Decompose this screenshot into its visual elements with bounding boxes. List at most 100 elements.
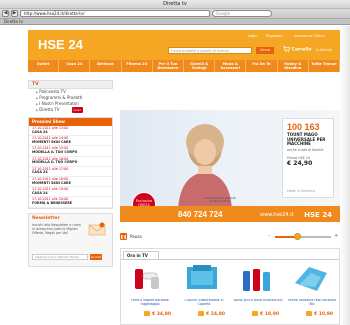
list-item[interactable]: 17.10.2011 alle 17:00 CASA 24	[29, 167, 112, 177]
show-name: CASA 24	[32, 129, 48, 134]
product-price: € 18,90	[233, 311, 283, 317]
pause-button[interactable]: ❚❚	[120, 233, 127, 240]
list-item[interactable]: 17.10.2011 alle 18:00 MOMENTI SKIN CARE	[29, 177, 112, 188]
volume-down-icon[interactable]: –	[268, 233, 271, 240]
live-badge: Live!	[71, 107, 83, 113]
show-name: CASA 24	[32, 190, 48, 195]
show-name: MOMENTI SKIN CARE	[32, 139, 71, 144]
sidebar-item-label: I Nostri Presentatori	[39, 101, 80, 106]
show-name: MODELLA IL TUO CORPO	[32, 149, 78, 154]
nav-item-benessere[interactable]: Per il Tuo Benessere	[153, 60, 185, 72]
product-card[interactable]: Cuscino Trasformabile in Coperta € 24,90	[179, 263, 229, 323]
browser-tab[interactable]: Diretta tv	[0, 19, 350, 25]
nav-item-tutte[interactable]: Tutte Tranne	[309, 60, 341, 72]
site-search-button[interactable]: Cerca	[256, 47, 274, 54]
volume-slider[interactable]	[275, 233, 331, 240]
list-item[interactable]: 17.10.2011 alle 19:00 CASA 24	[29, 187, 112, 198]
sidebar-heading-tv: TV	[28, 80, 113, 89]
nav-item-hobby[interactable]: Hobby & Giardino	[278, 60, 309, 72]
nav-item-fitness[interactable]: Fitness 24	[122, 60, 153, 72]
cart-label: Carrello	[291, 47, 312, 53]
newsletter-subscribe-button[interactable]: Iscriviti	[90, 253, 102, 260]
product-price: € 24,90	[179, 311, 229, 317]
offer-code: 100 163	[287, 122, 320, 132]
browser-search-field[interactable]: Google	[212, 10, 272, 17]
site-search-input[interactable]: Cerca prodotti o parola di ricerca	[168, 47, 252, 54]
product-price-value: € 18,90	[260, 312, 279, 317]
show-name: MODELLA IL TUO CORPO	[32, 160, 78, 165]
upcoming-shows-title: Prossimi Show	[29, 118, 112, 126]
newsletter-email-input[interactable]: Inserisci il tuo indirizzo Email	[32, 253, 88, 260]
list-item[interactable]: 17.10.2011 alle 14:00 MOMENTI SKIN CARE	[29, 136, 112, 147]
sidebar: TV ▶ Palinsesto TV ▶ Programmi & Prodott…	[28, 80, 113, 325]
newsletter-box: Newsletter Iscriviti alla Newsletter e r…	[28, 212, 113, 267]
volume-slider-knob[interactable]	[294, 233, 302, 240]
forward-button[interactable]: ▶	[11, 10, 18, 17]
cart-icon[interactable]	[198, 311, 205, 316]
envelope-icon	[88, 222, 106, 235]
site-header: HSE 24 Login Registrati Assistenza Clien…	[28, 30, 340, 60]
cart-icon[interactable]	[306, 311, 313, 316]
main-nav: Outlet Casa 24 Bellezza Fitness 24 Per i…	[28, 60, 341, 72]
product-name: Ferro a vapore portatile ragghiaggio	[131, 299, 169, 306]
list-item[interactable]: 17.10.2011 alle 15:00 MODELLA IL TUO CORP…	[29, 146, 112, 157]
product-name: Spray grill e forno Miracolo Blu	[233, 299, 283, 302]
browser-toolbar: ◀ ▶ http://www.hse24.it/diretta-tv/ Goog…	[0, 9, 350, 19]
list-item[interactable]: 17.10.2011 alle 20:00 FORMA & BENESSERE	[29, 197, 112, 208]
offer-price: € 24,90	[287, 159, 313, 167]
cart-icon	[283, 46, 291, 52]
site-logo[interactable]: HSE 24	[38, 37, 83, 52]
web-page: HSE 24 Login Registrati Assistenza Clien…	[0, 26, 350, 325]
product-card[interactable]: Panno lucidante resti Miracolo Blu € 10,…	[287, 263, 337, 323]
nav-item-gioielli[interactable]: Gioielli & Orologi	[184, 60, 216, 72]
product-name: Cuscino Trasformabile in Coperta	[184, 299, 224, 306]
current-offer-card[interactable]: 100 163 TOUNT MAGO UNIVERSALE PER MACCHI…	[282, 118, 334, 198]
product-price-value: € 24,90	[206, 312, 225, 317]
product-price: € 34,90	[125, 311, 175, 317]
cart-count: 0 Articoli	[316, 48, 332, 52]
offer-tag: Made in Germany	[287, 189, 316, 193]
upcoming-shows: Prossimi Show 17.10.2011 alle 13:00 CASA …	[28, 117, 113, 209]
hero-logo: HSE 24	[304, 211, 332, 219]
product-list: Ferro a vapore portatile ragghiaggio € 3…	[125, 263, 337, 323]
register-link[interactable]: Registrati	[266, 34, 283, 38]
support-link[interactable]: Assistenza Clienti	[294, 34, 325, 38]
cloth-image	[295, 267, 327, 291]
product-card[interactable]: Spray grill e forno Miracolo Blu € 18,90	[233, 263, 283, 323]
list-item[interactable]: 17.10.2011 alle 13:00 CASA 24	[29, 126, 112, 137]
login-link[interactable]: Login	[248, 34, 257, 38]
sidebar-item-label: Diretta TV	[39, 107, 60, 112]
newsletter-text: Iscriviti alla Newsletter e ricevi in An…	[32, 222, 82, 235]
tab-divider	[121, 259, 339, 260]
blanket-image	[187, 265, 217, 289]
nav-item-casa[interactable]: Casa 24	[59, 60, 91, 72]
volume-up-icon[interactable]: +	[334, 233, 338, 240]
player-controls: ❚❚ Pausa – +	[120, 232, 340, 242]
pause-label: Pausa	[130, 234, 142, 239]
show-name: FORMA & BENESSERE	[32, 200, 73, 205]
nav-item-fai-da-te[interactable]: Fai Da Te	[246, 60, 278, 72]
cart-button[interactable]: Carrello	[283, 46, 313, 54]
show-name: CASA 24	[32, 170, 48, 175]
cart-icon[interactable]	[144, 311, 151, 316]
sidebar-item-diretta[interactable]: ▶ Diretta TV Live!	[28, 107, 113, 113]
live-tv-player[interactable]: Esclusiva HSE24 Ospite Carina Bolletti P…	[120, 110, 340, 222]
presenter-caption: Ospite Carina Bolletti Politica Studi	[204, 195, 236, 204]
sidebar-item-label: Programmi & Prodotti	[39, 95, 83, 100]
address-bar[interactable]: http://www.hse24.it/diretta-tv/	[20, 10, 210, 17]
tab-on-tv[interactable]: Ora in TV	[123, 251, 159, 259]
steamer-image	[135, 269, 159, 289]
nav-item-bellezza[interactable]: Bellezza	[90, 60, 122, 72]
pause-icon: ❚❚	[120, 234, 127, 239]
list-item[interactable]: 17.10.2011 alle 16:00 MODELLA IL TUO CORP…	[29, 157, 112, 167]
back-button[interactable]: ◀	[2, 10, 9, 17]
sidebar-item-label: Palinsesto TV	[39, 89, 66, 94]
cart-icon[interactable]	[252, 311, 259, 316]
show-name: MOMENTI SKIN CARE	[32, 180, 71, 185]
on-tv-panel: Ora in TV Ferro a vapore portatile raggh…	[120, 248, 340, 325]
nav-item-outlet[interactable]: Outlet	[28, 60, 60, 72]
page-edge-shadow	[340, 26, 350, 325]
window-title: Diretta tv	[0, 0, 350, 9]
nav-item-moda[interactable]: Moda & Accessori	[215, 60, 247, 72]
product-card[interactable]: Ferro a vapore portatile ragghiaggio € 3…	[125, 263, 175, 323]
